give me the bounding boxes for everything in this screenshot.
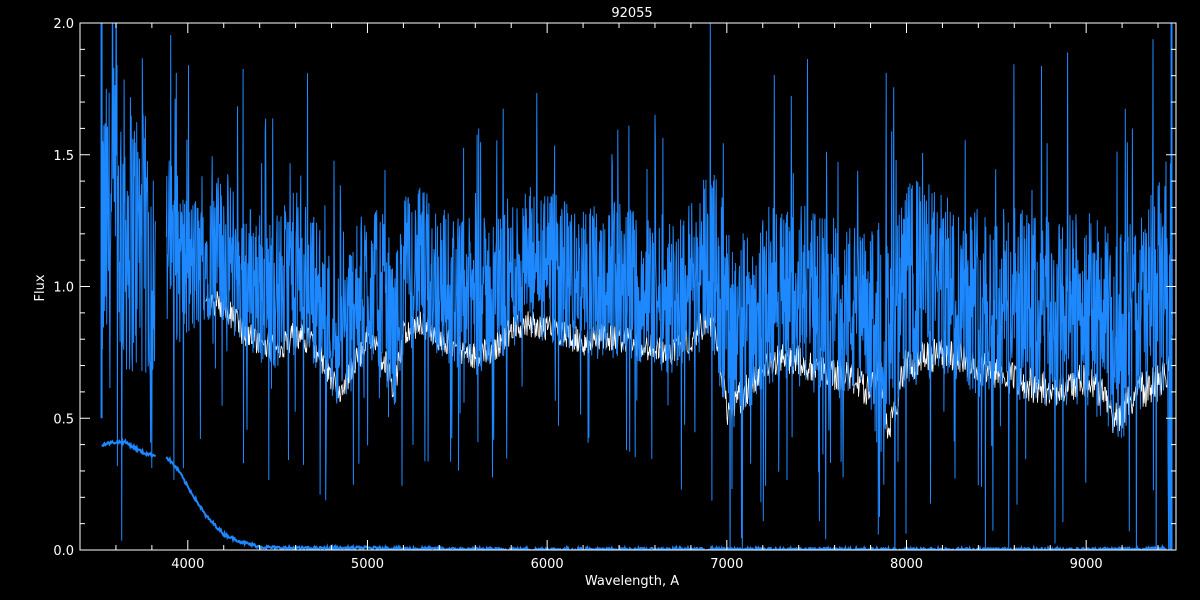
x-tick-label: 7000 — [710, 557, 743, 572]
x-tick-label: 4000 — [171, 557, 204, 572]
y-tick-label: 0.5 — [53, 412, 74, 427]
x-tick-label: 6000 — [531, 557, 564, 572]
x-tick-label: 5000 — [351, 557, 384, 572]
x-tick-label: 9000 — [1070, 557, 1103, 572]
x-tick-label: 8000 — [890, 557, 923, 572]
chart-title: 92055 — [611, 6, 652, 21]
x-axis-label: Wavelength, A — [585, 574, 679, 589]
y-tick-label: 1.0 — [53, 281, 74, 296]
y-tick-label: 0.0 — [53, 544, 74, 559]
y-tick-label: 2.0 — [53, 17, 74, 32]
y-axis-label: Flux — [33, 274, 48, 301]
spectrum-chart: 4000 5000 6000 7000 8000 90000.00.51.01.52.0 … — [0, 0, 1200, 600]
y-tick-label: 1.5 — [53, 149, 74, 164]
